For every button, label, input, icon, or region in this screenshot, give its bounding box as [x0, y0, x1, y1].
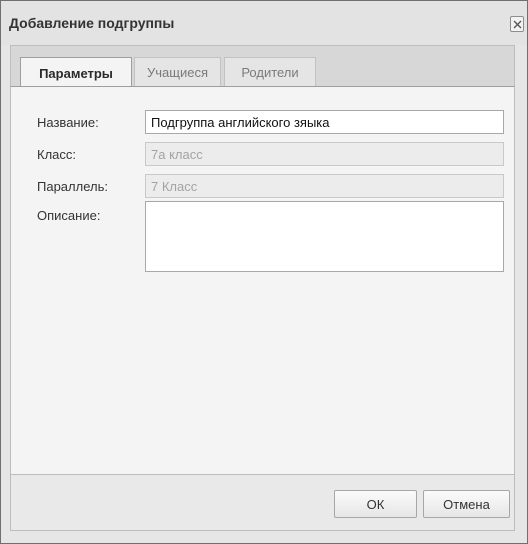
tab-strip: Параметры Учащиеся Родители — [10, 45, 515, 88]
tab-students-label: Учащиеся — [147, 65, 208, 80]
close-icon — [513, 20, 522, 29]
dialog-window: Добавление подгруппы Параметры Учащиеся … — [0, 0, 528, 544]
tab-parameters-label: Параметры — [39, 65, 113, 81]
description-textarea[interactable] — [145, 201, 504, 272]
cancel-button-label: Отмена — [443, 496, 490, 512]
tab-parameters[interactable]: Параметры — [20, 57, 132, 88]
tab-parents[interactable]: Родители — [224, 57, 316, 87]
tab-students[interactable]: Учащиеся — [134, 57, 221, 87]
ok-button-label: ОК — [366, 496, 385, 512]
description-label: Описание: — [37, 208, 101, 223]
dialog-titlebar: Добавление подгруппы — [1, 1, 527, 45]
dialog-footer: ОК Отмена — [10, 475, 515, 531]
name-input[interactable]: Подгруппа английского зяыка — [145, 110, 504, 134]
ok-button[interactable]: ОК — [334, 490, 417, 518]
close-button[interactable] — [510, 16, 524, 32]
parallel-label: Параллель: — [37, 179, 108, 194]
parameters-panel: Название: Подгруппа английского зяыка Кл… — [10, 86, 515, 475]
class-label: Класс: — [37, 147, 76, 162]
cancel-button[interactable]: Отмена — [423, 490, 510, 518]
tab-parents-label: Родители — [241, 65, 299, 80]
name-label: Название: — [37, 115, 99, 130]
class-field: 7а класс — [145, 142, 504, 166]
parallel-field: 7 Класс — [145, 174, 504, 198]
dialog-title: Добавление подгруппы — [9, 15, 175, 31]
